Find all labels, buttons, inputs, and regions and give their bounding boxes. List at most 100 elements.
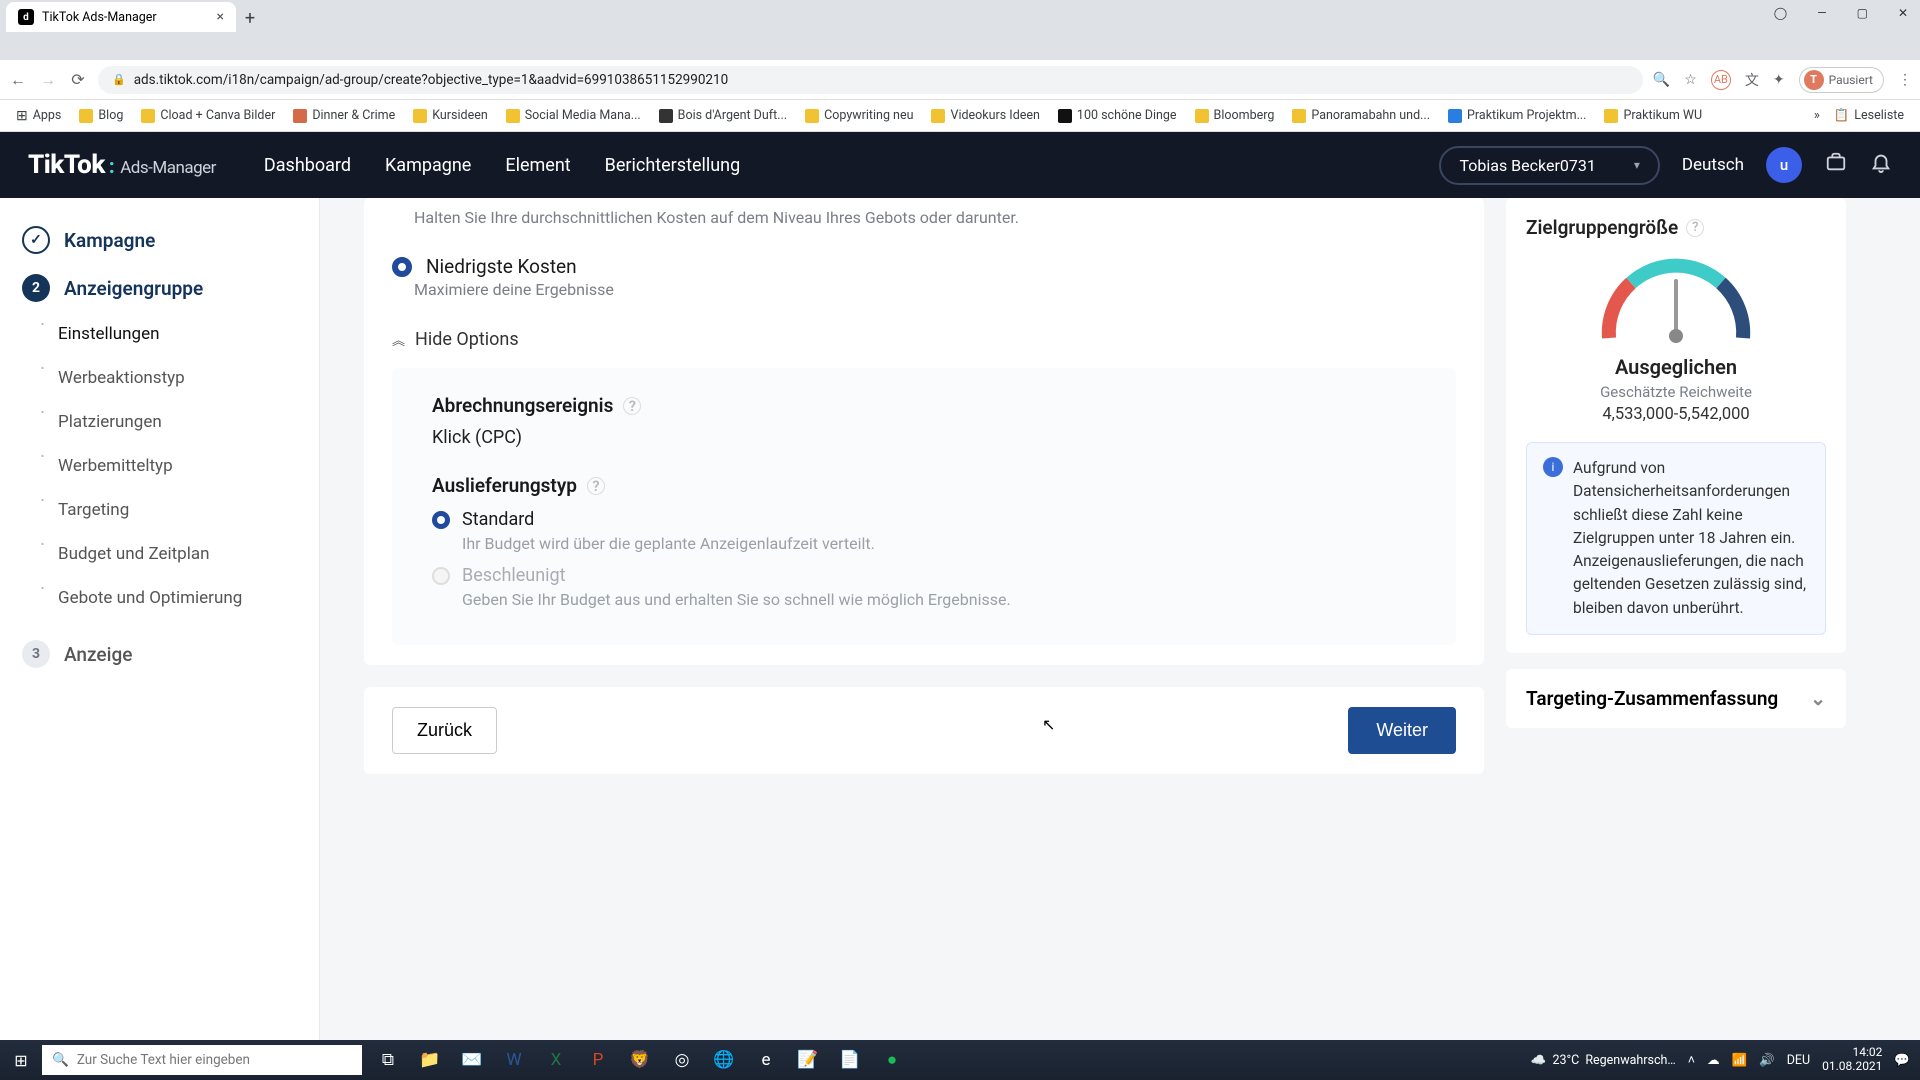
reload-icon[interactable]: ⟳: [68, 70, 88, 89]
notifications-icon[interactable]: 💬: [1894, 1053, 1910, 1068]
radio-selected-icon: [432, 511, 450, 529]
new-tab-button[interactable]: +: [236, 4, 264, 32]
bookmark-item[interactable]: Panoramabahn und...: [1284, 104, 1438, 127]
keyboard-lang[interactable]: DEU: [1787, 1053, 1810, 1068]
bookmark-item[interactable]: Kursideen: [405, 104, 496, 127]
nav-element[interactable]: Element: [505, 155, 570, 176]
substep-werbeaktionstyp[interactable]: Werbeaktionstyp: [58, 356, 319, 400]
tray-chevron-up-icon[interactable]: ˄: [1688, 1053, 1695, 1068]
targeting-summary-panel[interactable]: Targeting-Zusammenfassung ⌄: [1506, 669, 1846, 728]
help-icon[interactable]: ?: [1686, 219, 1704, 237]
substep-budget-zeitplan[interactable]: Budget und Zeitplan: [58, 532, 319, 576]
bookmark-item[interactable]: Bloomberg: [1187, 104, 1283, 127]
word-icon[interactable]: W: [494, 1040, 534, 1080]
substep-gebote-optimierung[interactable]: Gebote und Optimierung: [58, 576, 319, 620]
nav-kampagne[interactable]: Kampagne: [385, 155, 471, 176]
volume-icon[interactable]: 🔊: [1759, 1053, 1775, 1068]
forward-icon[interactable]: →: [38, 70, 58, 90]
substep-targeting[interactable]: Targeting: [58, 488, 319, 532]
delivery-accelerated-hint: Geben Sie Ihr Budget aus und erhalten Si…: [462, 590, 1416, 609]
excel-icon[interactable]: X: [536, 1040, 576, 1080]
help-icon[interactable]: ?: [587, 477, 605, 495]
radio-lowest-cost[interactable]: Niedrigste Kosten: [392, 255, 1456, 278]
brand-logo[interactable]: TikTok: Ads-Manager: [28, 150, 216, 180]
file-explorer-icon[interactable]: 📁: [410, 1040, 450, 1080]
next-button[interactable]: Weiter: [1348, 707, 1456, 754]
brave-icon[interactable]: 🦁: [620, 1040, 660, 1080]
bell-icon[interactable]: [1870, 151, 1892, 179]
obs-icon[interactable]: ◎: [662, 1040, 702, 1080]
bookmark-item[interactable]: Dinner & Crime: [285, 104, 403, 127]
star-icon[interactable]: ☆: [1684, 72, 1697, 88]
close-tab-icon[interactable]: ×: [217, 9, 224, 25]
bookmark-item[interactable]: 100 schöne Dinge: [1050, 104, 1185, 127]
prev-option-hint: Halten Sie Ihre durchschnittlichen Koste…: [414, 208, 1456, 227]
taskbar-search-input[interactable]: 🔍 Zur Suche Text hier eingeben: [42, 1045, 362, 1075]
nav-berichterstellung[interactable]: Berichterstellung: [605, 155, 741, 176]
nav-dashboard[interactable]: Dashboard: [264, 155, 351, 176]
tiktok-favicon: d: [18, 9, 34, 25]
profile-status: Pausiert: [1829, 73, 1873, 87]
tab-title: TikTok Ads-Manager: [42, 10, 157, 25]
minimize-button[interactable]: —: [1811, 4, 1832, 22]
cloud-icon: ☁️: [1531, 1053, 1547, 1068]
notepad-icon[interactable]: 📝: [788, 1040, 828, 1080]
bookmark-overflow-icon[interactable]: »: [1814, 108, 1820, 123]
circle-icon[interactable]: ◯: [1768, 4, 1793, 22]
browser-tab[interactable]: d TikTok Ads-Manager ×: [6, 2, 236, 32]
radio-lowest-cost-hint: Maximiere deine Ergebnisse: [414, 280, 1456, 299]
bookmark-item[interactable]: Cload + Canva Bilder: [133, 104, 283, 127]
reading-list-button[interactable]: 📋Leseliste: [1826, 104, 1912, 127]
app-header: TikTok: Ads-Manager Dashboard Kampagne E…: [0, 132, 1920, 198]
back-icon[interactable]: ←: [8, 70, 28, 90]
chrome-icon[interactable]: 🌐: [704, 1040, 744, 1080]
account-switcher[interactable]: Tobias Becker0731 ▾: [1439, 146, 1659, 185]
bookmark-item[interactable]: Blog: [71, 104, 131, 127]
notepad2-icon[interactable]: 📄: [830, 1040, 870, 1080]
radio-delivery-standard[interactable]: Standard: [432, 509, 1416, 530]
bookmark-item[interactable]: Bois d'Argent Duft...: [651, 104, 795, 127]
translate-icon[interactable]: 文: [1745, 70, 1759, 90]
scrolled-off-line: Von XXX in XXX geändert.: [414, 198, 1456, 206]
substep-werbemitteltyp[interactable]: Werbemitteltyp: [58, 444, 319, 488]
hide-options-toggle[interactable]: ︽ Hide Options: [392, 329, 1456, 350]
bookmark-item[interactable]: ⊞Apps: [8, 104, 69, 128]
task-view-icon[interactable]: ⧉: [368, 1040, 408, 1080]
bookmark-item[interactable]: Social Media Mana...: [498, 104, 649, 127]
powerpoint-icon[interactable]: P: [578, 1040, 618, 1080]
language-label[interactable]: Deutsch: [1682, 155, 1744, 175]
close-window-button[interactable]: ✕: [1892, 4, 1914, 22]
profile-chip[interactable]: T Pausiert: [1799, 67, 1884, 93]
step-anzeigengruppe[interactable]: 2 Anzeigengruppe: [0, 264, 319, 312]
substep-einstellungen[interactable]: Einstellungen: [58, 312, 319, 356]
back-button[interactable]: Zurück: [392, 707, 497, 754]
wifi-icon[interactable]: 📶: [1732, 1053, 1748, 1068]
address-bar[interactable]: 🔒 ads.tiktok.com/i18n/campaign/ad-group/…: [98, 66, 1643, 94]
search-icon: 🔍: [52, 1052, 69, 1068]
step-anzeige[interactable]: 3 Anzeige: [0, 630, 319, 678]
help-icon[interactable]: ?: [623, 397, 641, 415]
taskbar-clock[interactable]: 14:02 01.08.2021: [1822, 1046, 1882, 1074]
bookmark-item[interactable]: Copywriting neu: [797, 104, 921, 127]
adblock-icon[interactable]: AB: [1711, 70, 1731, 90]
reach-label: Geschätzte Reichweite: [1600, 383, 1752, 401]
bookmark-item[interactable]: Videokurs Ideen: [923, 104, 1047, 127]
bookmark-item[interactable]: Praktikum Projektm...: [1440, 104, 1594, 127]
taskbar-weather[interactable]: ☁️ 23°C Regenwahrsch…: [1531, 1053, 1676, 1068]
briefcase-icon[interactable]: [1824, 151, 1848, 179]
bookmark-item[interactable]: Praktikum WU: [1596, 104, 1710, 127]
step-kampagne[interactable]: ✓ Kampagne: [0, 216, 319, 264]
user-avatar[interactable]: u: [1766, 147, 1802, 183]
extensions-icon[interactable]: ✦: [1773, 72, 1785, 88]
zoom-icon[interactable]: 🔍: [1653, 72, 1670, 88]
substep-platzierungen[interactable]: Platzierungen: [58, 400, 319, 444]
audience-size-panel: Zielgruppengröße ? Ausgeglichen G: [1506, 198, 1846, 653]
edge-icon[interactable]: e: [746, 1040, 786, 1080]
maximize-button[interactable]: ▢: [1851, 4, 1874, 22]
spotify-icon[interactable]: ●: [872, 1040, 912, 1080]
kebab-menu-icon[interactable]: ⋮: [1898, 72, 1912, 88]
chevron-down-icon: ⌄: [1810, 687, 1826, 710]
start-button[interactable]: ⊞: [0, 1040, 42, 1080]
mail-icon[interactable]: ✉️: [452, 1040, 492, 1080]
onedrive-icon[interactable]: ☁: [1707, 1052, 1720, 1068]
